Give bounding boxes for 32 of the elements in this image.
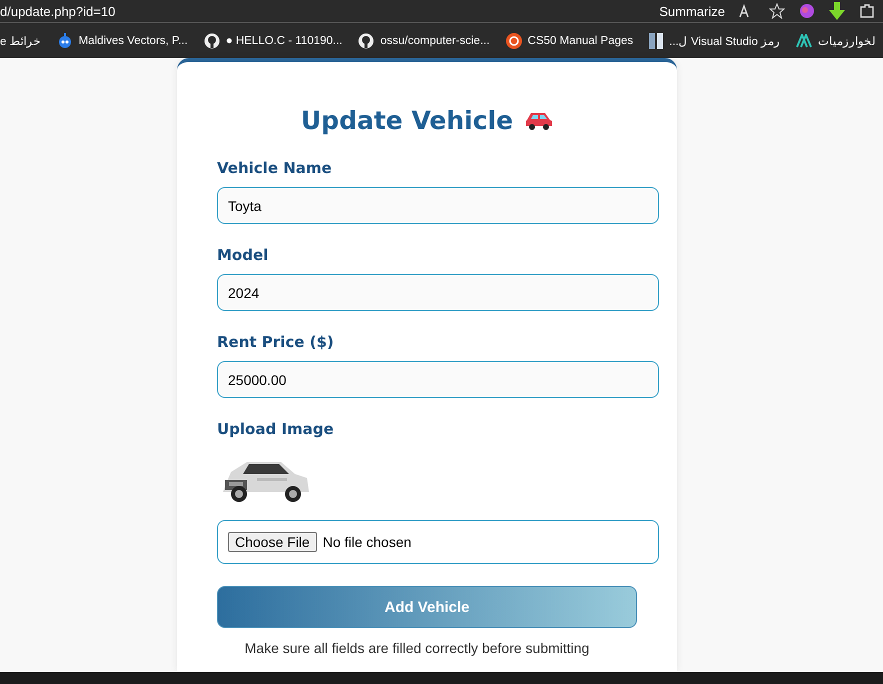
brain-icon[interactable] <box>799 3 815 19</box>
help-text: Make sure all fields are filled correctly before submitting <box>244 640 590 656</box>
bookmark-panel-icon <box>649 32 664 48</box>
field-label: Rent Price ($) <box>217 333 335 351</box>
extensions-icon[interactable] <box>859 3 875 19</box>
bookmark-link[interactable]: ● HELLO.C - 110190... <box>226 34 342 46</box>
bookmark-link[interactable]: CS50 Manual Pages <box>528 34 634 46</box>
bookmark-link[interactable]: Maldives Vectors, P... <box>78 34 188 46</box>
triangle-logo-icon <box>796 34 812 48</box>
star-icon[interactable] <box>769 3 785 19</box>
field-label: Model <box>217 246 270 264</box>
bookmark-link[interactable]: e خرائط <box>0 34 41 48</box>
download-arrow-icon[interactable] <box>829 2 845 20</box>
input-field[interactable]: Toyta <box>217 187 659 224</box>
github-icon <box>204 32 220 48</box>
github-icon <box>358 32 374 48</box>
input-field[interactable]: 25000.00 <box>217 361 659 398</box>
bookmark-link[interactable]: رمز Visual Studio ل... <box>669 34 780 48</box>
ubuntu-icon <box>506 32 522 48</box>
file-status: No file chosen <box>322 534 412 550</box>
field-label: Upload Image <box>217 420 335 438</box>
input-field[interactable]: 2024 <box>217 274 659 311</box>
file-input[interactable]: Choose File No file chosen <box>217 520 659 564</box>
summarize-button[interactable]: Summarize <box>659 4 725 18</box>
robot-icon <box>56 32 73 48</box>
bookmark-link[interactable]: ossu/computer-scie... <box>380 34 490 46</box>
address-url[interactable]: d/update.php?id=10 <box>0 4 116 18</box>
choose-file-button[interactable]: Choose File <box>228 532 317 552</box>
page-title: Update Vehicle <box>300 106 514 135</box>
bookmark-link[interactable]: لخوارزميات <box>818 34 876 48</box>
field-label: Vehicle Name <box>217 159 333 177</box>
car-icon <box>525 110 554 130</box>
